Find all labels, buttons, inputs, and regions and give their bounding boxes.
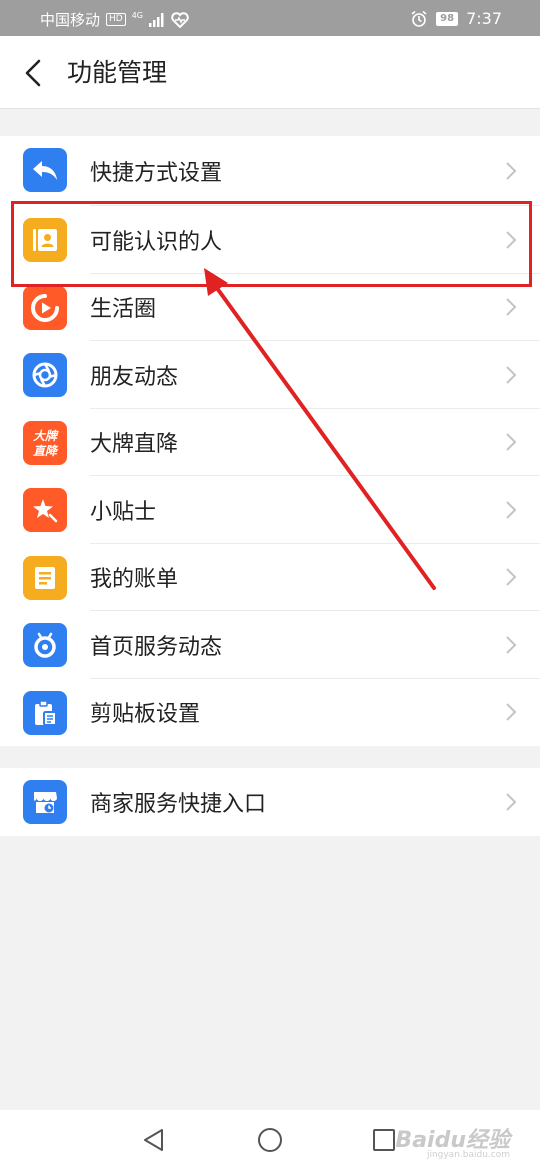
list-item-label: 我的账单 bbox=[90, 567, 179, 593]
chevron-right-icon bbox=[506, 703, 517, 721]
reply-shortcut-icon bbox=[23, 148, 67, 192]
aperture-icon bbox=[23, 353, 67, 397]
network-type: 4G bbox=[131, 10, 144, 20]
alarm-icon bbox=[411, 10, 427, 27]
life-circle-icon bbox=[23, 285, 67, 330]
list-item-people-you-may-know[interactable]: 可能认识的人 bbox=[0, 206, 540, 274]
list-item-label: 首页服务动态 bbox=[90, 634, 223, 660]
watermark-url: jingyan.baidu.com bbox=[426, 1150, 510, 1160]
triangle-back-icon bbox=[144, 1129, 163, 1151]
nav-back-button[interactable] bbox=[138, 1124, 170, 1156]
chevron-right-icon bbox=[506, 793, 517, 811]
list-item-friend-feed[interactable]: 朋友动态 bbox=[0, 341, 540, 409]
heart-health-icon bbox=[171, 11, 189, 28]
service-feed-icon bbox=[23, 623, 67, 667]
hd-badge: HD bbox=[106, 13, 126, 26]
list-item-clipboard-settings[interactable]: 剪贴板设置 bbox=[0, 679, 540, 747]
chevron-right-icon bbox=[506, 433, 517, 451]
battery-level: 98 bbox=[436, 11, 459, 26]
merchant-list: 商家服务快捷入口 bbox=[0, 768, 540, 836]
signal-icon bbox=[149, 12, 164, 27]
svg-text:直降: 直降 bbox=[33, 444, 59, 458]
star-tip-icon bbox=[23, 488, 67, 532]
merchant-store-icon bbox=[23, 780, 67, 824]
bill-icon bbox=[23, 555, 67, 600]
title-bar: 功能管理 bbox=[0, 36, 540, 109]
list-item-label: 大牌直降 bbox=[90, 432, 179, 458]
clipboard-icon bbox=[23, 690, 67, 735]
chevron-left-icon bbox=[25, 59, 41, 87]
circle-home-icon bbox=[258, 1128, 282, 1152]
list-item-label: 生活圈 bbox=[90, 297, 157, 323]
chevron-right-icon bbox=[506, 162, 517, 180]
list-item-label: 朋友动态 bbox=[90, 364, 179, 390]
list-item-label: 快捷方式设置 bbox=[90, 161, 223, 186]
page-title: 功能管理 bbox=[67, 58, 168, 87]
chevron-right-icon bbox=[506, 636, 517, 654]
list-item-merchant-shortcut[interactable]: 商家服务快捷入口 bbox=[0, 768, 540, 836]
list-item-label: 小贴士 bbox=[90, 499, 157, 525]
chevron-right-icon bbox=[506, 231, 517, 249]
carrier-name: 中国移动 bbox=[40, 11, 101, 29]
chevron-right-icon bbox=[506, 568, 517, 586]
chevron-right-icon bbox=[506, 501, 517, 519]
square-recents-icon bbox=[373, 1129, 395, 1151]
list-item-shortcut-settings[interactable]: 快捷方式设置 bbox=[0, 136, 540, 206]
list-item-tips[interactable]: 小贴士 bbox=[0, 476, 540, 544]
svg-text:大牌: 大牌 bbox=[33, 429, 59, 443]
nav-home-button[interactable] bbox=[254, 1124, 286, 1156]
list-item-label: 剪贴板设置 bbox=[90, 702, 201, 728]
list-item-life-circle[interactable]: 生活圈 bbox=[0, 274, 540, 341]
list-item-home-service-feed[interactable]: 首页服务动态 bbox=[0, 611, 540, 679]
status-bar: 中国移动 HD 4G 98 7:37 bbox=[0, 0, 540, 36]
back-button[interactable] bbox=[16, 56, 50, 90]
chevron-right-icon bbox=[506, 298, 517, 316]
list-item-label: 可能认识的人 bbox=[90, 229, 223, 255]
list-item-label: 商家服务快捷入口 bbox=[90, 791, 267, 817]
chevron-right-icon bbox=[506, 366, 517, 384]
contact-card-icon bbox=[23, 218, 67, 262]
feature-list: 快捷方式设置 可能认识的人 生活圈 朋友动态 大牌 直降 大牌直降 小贴士 我的… bbox=[0, 136, 540, 746]
list-item-my-bill[interactable]: 我的账单 bbox=[0, 544, 540, 611]
list-item-brand-sale[interactable]: 大牌 直降 大牌直降 bbox=[0, 409, 540, 476]
clock-time: 7:37 bbox=[466, 9, 502, 28]
brand-sale-icon: 大牌 直降 bbox=[23, 420, 67, 465]
